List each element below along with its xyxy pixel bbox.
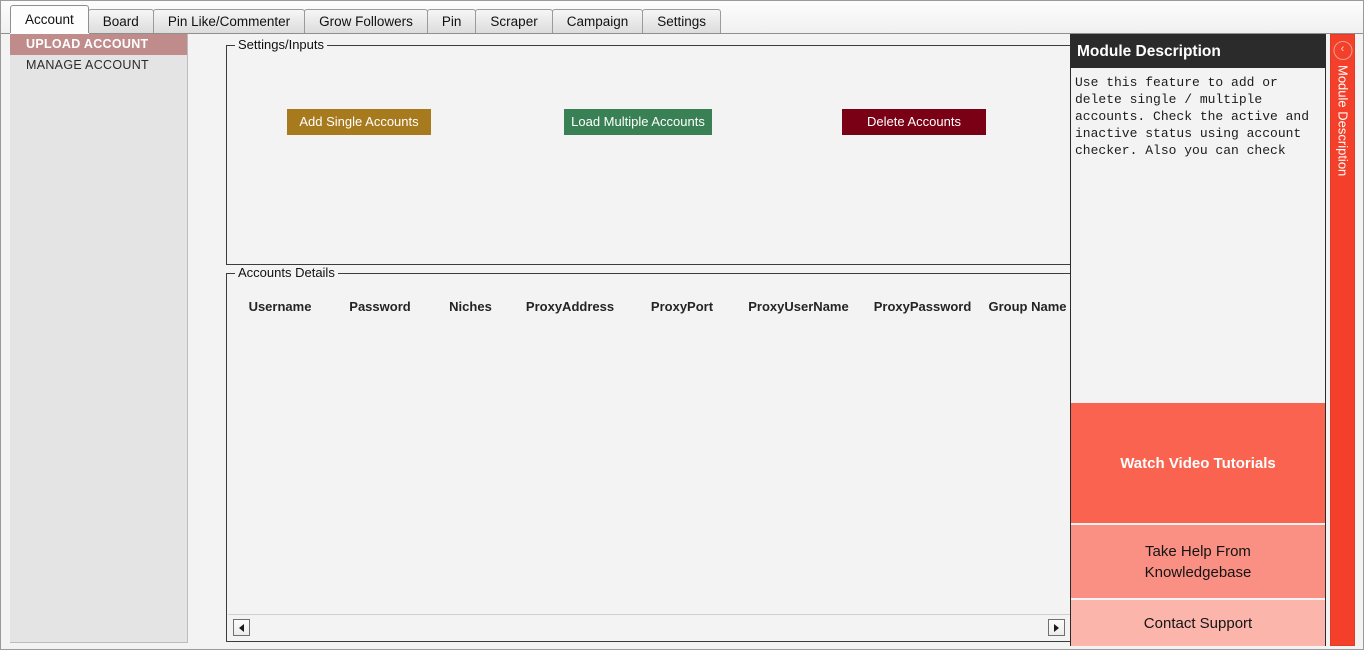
accounts-details-group: Accounts Details Username Password Niches P… — [226, 265, 1071, 642]
contact-support-button[interactable]: Contact Support — [1071, 598, 1325, 646]
settings-inputs-title: Settings/Inputs — [235, 37, 327, 52]
module-description-text: Use this feature to add or delete single… — [1075, 75, 1317, 158]
main-content: Settings/Inputs Add Single Accounts Load… — [188, 34, 1071, 649]
vertical-tab-label: Module Description — [1335, 65, 1350, 177]
scroll-left-icon[interactable] — [233, 619, 250, 636]
tab-settings[interactable]: Settings — [642, 9, 722, 33]
module-description-header: Module Description — [1071, 35, 1325, 68]
sidebar: UPLOAD ACCOUNT MANAGE ACCOUNT — [10, 34, 188, 643]
tab-grow-followers[interactable]: Grow Followers — [304, 9, 428, 33]
watch-video-tutorials-button[interactable]: Watch Video Tutorials — [1071, 401, 1325, 523]
accounts-table-body — [228, 320, 1070, 617]
tab-account[interactable]: Account — [10, 5, 89, 33]
column-header-group-name[interactable]: Group Name — [985, 299, 1070, 314]
tab-scraper[interactable]: Scraper — [475, 9, 553, 33]
accounts-table-header: Username Password Niches ProxyAddress ProxyP… — [228, 292, 1070, 320]
settings-inputs-group: Settings/Inputs Add Single Accounts Load… — [226, 37, 1071, 265]
column-header-proxyaddress[interactable]: ProxyAddress — [513, 299, 627, 314]
left-arrow-glyph — [239, 623, 244, 632]
scroll-right-icon[interactable] — [1048, 619, 1065, 636]
main-tab-strip: Account Board Pin Like/Commenter Grow Follo… — [1, 1, 1363, 34]
delete-accounts-button[interactable]: Delete Accounts — [842, 109, 986, 135]
load-multiple-accounts-button[interactable]: Load Multiple Accounts — [564, 109, 712, 135]
accounts-details-title: Accounts Details — [235, 265, 338, 280]
column-header-proxypassword[interactable]: ProxyPassword — [860, 299, 985, 314]
tab-board[interactable]: Board — [87, 9, 154, 33]
add-single-accounts-button[interactable]: Add Single Accounts — [287, 109, 431, 135]
column-header-password[interactable]: Password — [332, 299, 428, 314]
sidebar-item-manage-account[interactable]: MANAGE ACCOUNT — [10, 55, 187, 76]
tab-pin[interactable]: Pin — [426, 9, 477, 33]
module-description-collapse-tab[interactable]: ‹ Module Description — [1330, 34, 1355, 646]
column-header-niches[interactable]: Niches — [428, 299, 513, 314]
application-window: Account Board Pin Like/Commenter Grow Follo… — [0, 0, 1364, 650]
tab-campaign[interactable]: Campaign — [551, 9, 644, 33]
column-header-username[interactable]: Username — [228, 299, 332, 314]
column-header-proxyport[interactable]: ProxyPort — [627, 299, 737, 314]
take-help-knowledgebase-button[interactable]: Take Help From Knowledgebase — [1071, 523, 1325, 598]
column-header-proxyusername[interactable]: ProxyUserName — [737, 299, 860, 314]
tab-pin-like-commenter[interactable]: Pin Like/Commenter — [152, 9, 306, 33]
module-description-panel: Module Description Use this feature to a… — [1070, 34, 1326, 646]
horizontal-scrollbar[interactable] — [228, 614, 1070, 640]
right-arrow-glyph — [1054, 623, 1059, 632]
sidebar-item-upload-account[interactable]: UPLOAD ACCOUNT — [10, 34, 187, 55]
chevron-left-icon[interactable]: ‹ — [1333, 41, 1352, 60]
